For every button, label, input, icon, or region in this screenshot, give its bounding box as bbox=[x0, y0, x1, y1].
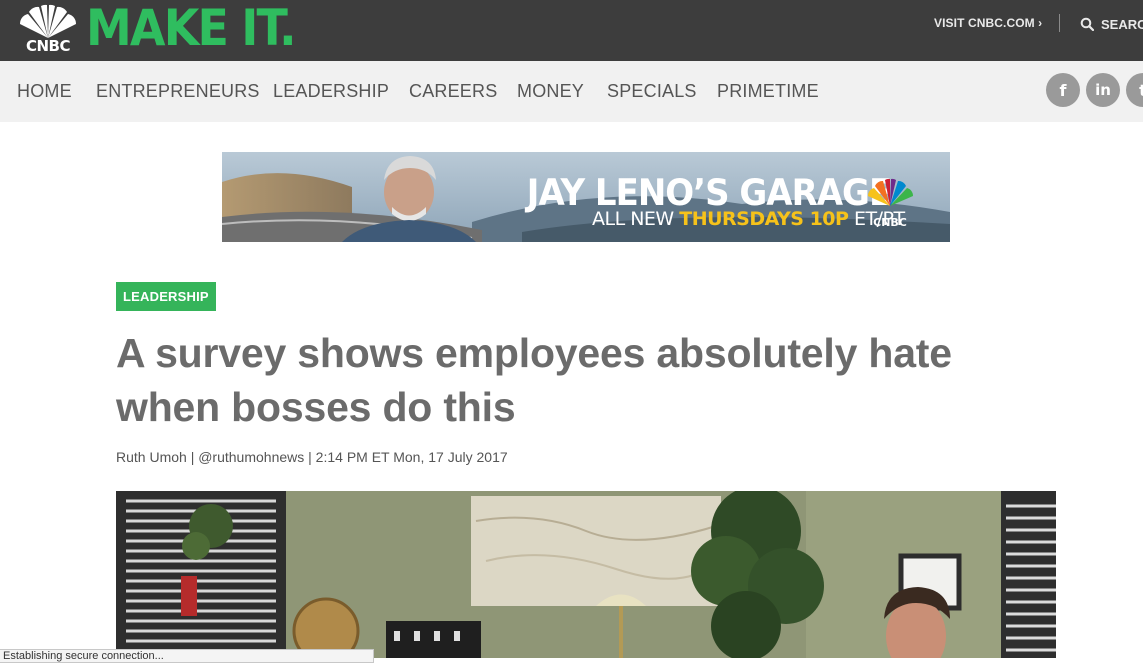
linkedin-icon: in bbox=[1095, 81, 1111, 99]
nav-item-specials[interactable]: SPECIALS bbox=[607, 81, 697, 102]
header-divider bbox=[1059, 14, 1060, 32]
nav-item-entrepreneurs[interactable]: ENTREPRENEURS bbox=[96, 81, 260, 102]
visit-cnbc-link[interactable]: VISIT CNBC.COM › bbox=[934, 16, 1042, 30]
search-button[interactable]: SEARCH bbox=[1080, 14, 1143, 34]
banner-tagline-prefix: ALL NEW bbox=[592, 208, 674, 230]
main-nav: HOME ENTREPRENEURS LEADERSHIP CAREERS MO… bbox=[0, 61, 1143, 122]
office-scene-image bbox=[116, 491, 1056, 658]
article-hero-image bbox=[116, 491, 1056, 658]
article-byline: Ruth Umoh | @ruthumohnews | 2:14 PM ET M… bbox=[116, 449, 508, 465]
nav-item-leadership[interactable]: LEADERSHIP bbox=[273, 81, 389, 102]
nav-item-careers[interactable]: CAREERS bbox=[409, 81, 497, 102]
brand-wordmark[interactable]: MAKE IT. bbox=[86, 2, 297, 54]
facebook-share-button[interactable]: f bbox=[1046, 73, 1080, 107]
top-header-bar: CNBC MAKE IT. VISIT CNBC.COM › SEARCH bbox=[0, 0, 1143, 61]
banner-network: CNBC bbox=[873, 216, 907, 229]
cnbc-wordmark: CNBC bbox=[26, 37, 70, 54]
banner-artwork: JAY LENO’S GARAGE ALL NEW THURSDAYS 10P … bbox=[222, 152, 950, 242]
twitter-icon: t bbox=[1139, 81, 1143, 100]
cnbc-peacock-icon: CNBC bbox=[19, 4, 77, 55]
banner-tagline: ALL NEW THURSDAYS 10P ET/PT bbox=[592, 208, 905, 230]
banner-tagline-highlight: THURSDAYS 10P bbox=[679, 208, 849, 230]
linkedin-share-button[interactable]: in bbox=[1086, 73, 1120, 107]
nav-item-home[interactable]: HOME bbox=[17, 81, 72, 102]
nav-item-money[interactable]: MONEY bbox=[517, 81, 584, 102]
cnbc-logo-link[interactable]: CNBC bbox=[14, 4, 82, 55]
twitter-share-button[interactable]: t bbox=[1126, 73, 1143, 107]
search-icon bbox=[1080, 17, 1094, 31]
browser-status-bar: Establishing secure connection... bbox=[0, 649, 374, 663]
search-label: SEARCH bbox=[1101, 16, 1143, 32]
jay-leno-garage-banner-ad[interactable]: JAY LENO’S GARAGE ALL NEW THURSDAYS 10P … bbox=[222, 152, 950, 242]
facebook-icon: f bbox=[1059, 80, 1067, 100]
nav-item-primetime[interactable]: PRIMETIME bbox=[717, 81, 819, 102]
category-tag[interactable]: LEADERSHIP bbox=[116, 282, 216, 311]
article-headline: A survey shows employees absolutely hate… bbox=[116, 330, 952, 430]
